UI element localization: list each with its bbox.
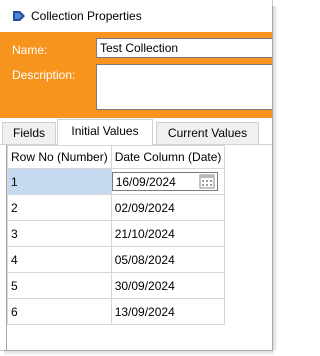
date-cell[interactable]: 02/09/2024: [110, 194, 226, 221]
column-header-row-no[interactable]: Row No (Number): [7, 145, 112, 169]
name-input[interactable]: Test Collection: [96, 38, 272, 58]
row-no-cell[interactable]: 1: [7, 168, 112, 195]
title-bar[interactable]: Collection Properties: [0, 0, 272, 32]
row-no-cell[interactable]: 4: [7, 246, 112, 273]
table-row[interactable]: 4 05/08/2024: [7, 246, 226, 273]
window-shadow-right: [272, 6, 278, 350]
date-cell[interactable]: 05/08/2024: [110, 246, 226, 273]
table-row[interactable]: 3 21/10/2024: [7, 220, 226, 247]
date-value: 16/09/2024: [115, 175, 176, 189]
tab-initial-values[interactable]: Initial Values: [57, 119, 153, 145]
window-title: Collection Properties: [31, 9, 142, 23]
grid-header-row: Row No (Number) Date Column (Date): [7, 145, 226, 169]
description-input[interactable]: [96, 64, 272, 110]
tab-current-values[interactable]: Current Values: [156, 122, 259, 144]
row-no-cell[interactable]: 3: [7, 220, 112, 247]
window-shadow-bottom: [4, 350, 274, 356]
description-label: Description:: [12, 68, 76, 82]
tab-fields[interactable]: Fields: [2, 122, 56, 144]
column-header-date-column[interactable]: Date Column (Date): [110, 145, 226, 169]
row-no-cell[interactable]: 2: [7, 194, 112, 221]
date-cell[interactable]: 16/09/2024: [110, 168, 226, 195]
date-cell[interactable]: 21/10/2024: [110, 220, 226, 247]
initial-values-grid: Row No (Number) Date Column (Date) 1 16/…: [6, 145, 272, 350]
table-row[interactable]: 5 30/09/2024: [7, 272, 226, 299]
collection-properties-window: Collection Properties Name: Test Collect…: [0, 0, 273, 351]
date-cell[interactable]: 30/09/2024: [110, 272, 226, 299]
row-no-cell[interactable]: 6: [7, 298, 112, 325]
calendar-icon[interactable]: [199, 174, 215, 189]
table-row[interactable]: 1 16/09/2024: [7, 168, 226, 195]
date-cell[interactable]: 13/09/2024: [110, 298, 226, 325]
table-row[interactable]: 6 13/09/2024: [7, 298, 226, 325]
name-label: Name:: [12, 43, 48, 57]
date-edit-field[interactable]: 16/09/2024: [111, 172, 218, 191]
collection-app-icon: [13, 11, 25, 21]
table-row[interactable]: 2 02/09/2024: [7, 194, 226, 221]
row-no-cell[interactable]: 5: [7, 272, 112, 299]
